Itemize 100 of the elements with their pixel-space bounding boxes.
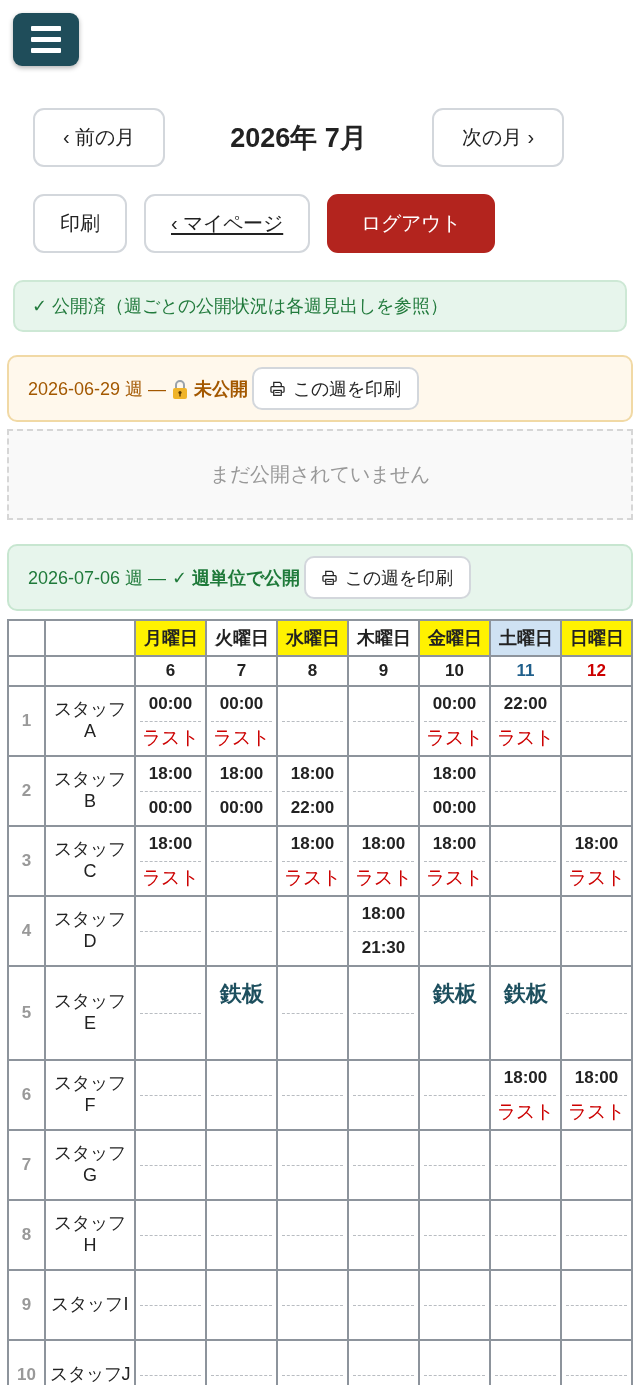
shift-cell	[278, 1061, 347, 1129]
end-time: ラスト	[426, 726, 483, 751]
start-time: 18:00	[219, 763, 264, 784]
weekday-header: 水曜日	[278, 621, 347, 655]
start-time: 18:00	[290, 833, 335, 854]
shift-cell	[420, 1061, 489, 1129]
shift-cell	[278, 897, 347, 965]
shift-cell	[491, 897, 560, 965]
shift-cell	[491, 1271, 560, 1339]
row-number: 7	[9, 1131, 44, 1199]
start-time: 18:00	[361, 903, 406, 924]
menu-button[interactable]	[13, 13, 79, 66]
end-time: ラスト	[568, 866, 625, 891]
lock-icon	[172, 378, 189, 399]
start-time: 18:00	[432, 763, 477, 784]
shift-cell	[349, 1131, 418, 1199]
station-label: 鉄板	[219, 980, 264, 1008]
end-time: 22:00	[290, 798, 335, 819]
staff-name: スタッフB	[46, 757, 134, 825]
printer-icon	[322, 570, 338, 585]
date-number: 7	[207, 657, 276, 685]
shift-cell	[562, 757, 631, 825]
publish-notice: ✓ 公開済（週ごとの公開状況は各週見出しを参照）	[13, 280, 627, 332]
shift-cell	[349, 1271, 418, 1339]
shift-cell	[207, 1061, 276, 1129]
print-week-button[interactable]: この週を印刷	[252, 367, 420, 410]
end-time: ラスト	[142, 866, 199, 891]
weekday-header: 日曜日	[562, 621, 631, 655]
month-title: 2026年 7月	[230, 121, 367, 155]
start-time: 18:00	[432, 833, 477, 854]
shift-cell	[136, 897, 205, 965]
start-time: 22:00	[503, 693, 548, 714]
print-button[interactable]: 印刷	[33, 194, 127, 253]
weekday-header: 木曜日	[349, 621, 418, 655]
shift-cell	[278, 687, 347, 755]
weekday-header: 火曜日	[207, 621, 276, 655]
printer-icon	[270, 381, 286, 396]
shift-cell	[491, 1131, 560, 1199]
next-month-button[interactable]: 次の月 ›	[432, 108, 564, 167]
end-time: ラスト	[142, 726, 199, 751]
shift-cell	[349, 687, 418, 755]
weekday-header: 土曜日	[491, 621, 560, 655]
prev-month-button[interactable]: ‹ 前の月	[33, 108, 165, 167]
staff-name: スタッフH	[46, 1201, 134, 1269]
row-number: 3	[9, 827, 44, 895]
end-time: ラスト	[497, 726, 554, 751]
end-time: 21:30	[361, 938, 406, 959]
date-number: 9	[349, 657, 418, 685]
mypage-link[interactable]: ‹ マイページ	[144, 194, 311, 253]
shift-cell	[278, 1271, 347, 1339]
start-time: 18:00	[290, 763, 335, 784]
shift-cell	[207, 1131, 276, 1199]
week-status: ✓ 週単位で公開	[172, 566, 301, 590]
start-time: 00:00	[432, 693, 477, 714]
end-time: ラスト	[213, 726, 270, 751]
staff-name: スタッフD	[46, 897, 134, 965]
shift-cell	[349, 757, 418, 825]
shift-cell	[562, 1131, 631, 1199]
shift-cell	[562, 897, 631, 965]
date-number: 10	[420, 657, 489, 685]
shift-cell	[491, 1201, 560, 1269]
station-label: 鉄板	[432, 980, 477, 1008]
row-number: 6	[9, 1061, 44, 1129]
shift-cell	[136, 1131, 205, 1199]
shift-cell	[420, 1271, 489, 1339]
empty-header-cell	[9, 621, 44, 655]
weekday-header: 月曜日	[136, 621, 205, 655]
row-number: 10	[9, 1341, 44, 1385]
shift-cell	[136, 1271, 205, 1339]
shift-cell	[562, 687, 631, 755]
empty-week-panel: まだ公開されていません	[7, 429, 633, 520]
shift-cell	[136, 1201, 205, 1269]
start-time: 18:00	[574, 1067, 619, 1088]
row-number: 9	[9, 1271, 44, 1339]
shift-cell	[278, 1131, 347, 1199]
staff-name: スタッフA	[46, 687, 134, 755]
start-time: 00:00	[219, 693, 264, 714]
start-time: 18:00	[361, 833, 406, 854]
staff-name: スタッフI	[46, 1271, 134, 1339]
start-time: 00:00	[148, 693, 193, 714]
row-number: 1	[9, 687, 44, 755]
end-time: ラスト	[568, 1100, 625, 1125]
shift-cell	[136, 1061, 205, 1129]
start-time: 18:00	[503, 1067, 548, 1088]
start-time: 18:00	[148, 763, 193, 784]
shift-cell	[207, 897, 276, 965]
shift-cell	[207, 827, 276, 895]
shift-cell	[207, 1271, 276, 1339]
shift-cell	[207, 1201, 276, 1269]
end-time: ラスト	[355, 866, 412, 891]
end-time: ラスト	[426, 866, 483, 891]
row-number: 2	[9, 757, 44, 825]
staff-name: スタッフE	[46, 967, 134, 1059]
shift-cell	[420, 1201, 489, 1269]
shift-cell	[278, 1201, 347, 1269]
start-time: 18:00	[148, 833, 193, 854]
shift-cell	[420, 1131, 489, 1199]
print-week-button[interactable]: この週を印刷	[304, 556, 472, 599]
logout-button[interactable]: ログアウト	[327, 194, 496, 253]
row-number: 5	[9, 967, 44, 1059]
